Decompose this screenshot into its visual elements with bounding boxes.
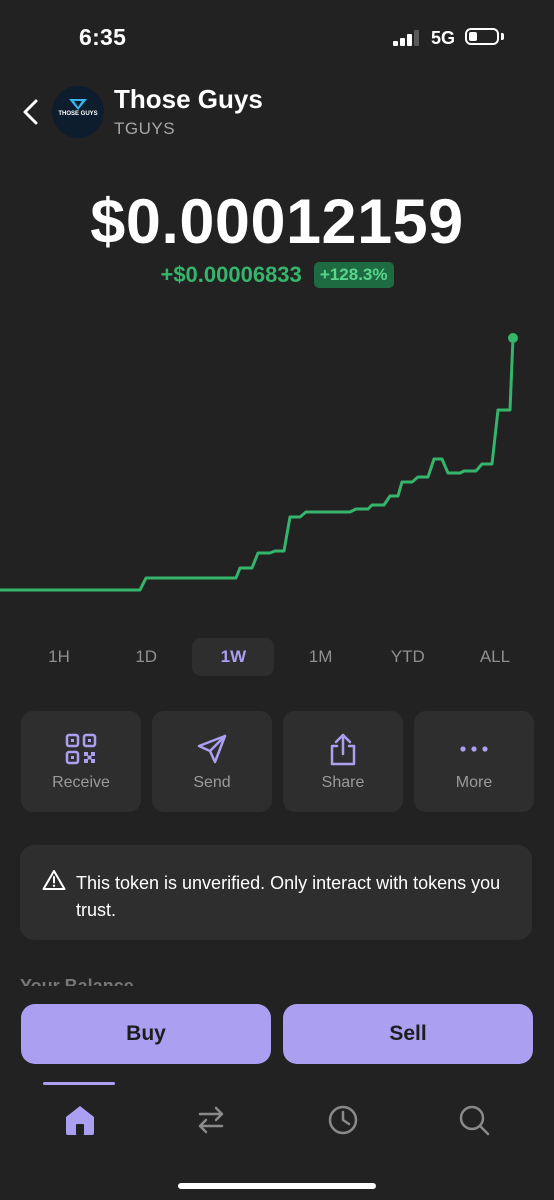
- token-ticker: TGUYS: [114, 119, 176, 138]
- more-dots-icon: [460, 746, 488, 752]
- time-range-selector: 1H 1D 1W 1M YTD ALL: [18, 638, 536, 676]
- qr-code-icon: [65, 733, 97, 765]
- back-chevron-icon[interactable]: [20, 98, 42, 126]
- latest-price-dot: [508, 333, 518, 343]
- token-name: Those Guys: [114, 84, 263, 114]
- home-icon[interactable]: [60, 1100, 100, 1140]
- swap-icon[interactable]: [191, 1100, 231, 1140]
- range-1w[interactable]: 1W: [192, 638, 275, 676]
- token-logo: THOSE GUYS: [52, 86, 104, 138]
- range-1h[interactable]: 1H: [18, 638, 100, 676]
- send-icon: [197, 734, 227, 764]
- send-label: Send: [193, 774, 231, 791]
- range-1d[interactable]: 1D: [105, 638, 187, 676]
- more-label: More: [455, 774, 493, 791]
- active-tab-indicator: [43, 1082, 115, 1085]
- cellular-signal-icon: [393, 30, 419, 46]
- unverified-token-warning: This token is unverified. Only interact …: [20, 845, 532, 940]
- share-icon: [330, 733, 356, 766]
- more-button[interactable]: More: [414, 711, 534, 812]
- range-all[interactable]: ALL: [454, 638, 536, 676]
- receive-label: Receive: [52, 774, 110, 791]
- home-indicator: [178, 1183, 376, 1189]
- battery-icon: [465, 28, 499, 45]
- receive-button[interactable]: Receive: [21, 711, 141, 812]
- price-change-row: +$0.00006833 +128.3%: [0, 262, 554, 288]
- share-button[interactable]: Share: [283, 711, 403, 812]
- range-1m[interactable]: 1M: [280, 638, 362, 676]
- search-icon[interactable]: [454, 1100, 494, 1140]
- battery-nub: [501, 33, 504, 40]
- current-price: $0.00012159: [90, 187, 464, 257]
- history-icon[interactable]: [323, 1100, 363, 1140]
- price-line: [0, 337, 515, 592]
- range-ytd[interactable]: YTD: [367, 638, 449, 676]
- buy-button[interactable]: Buy: [21, 1004, 271, 1064]
- price-chart[interactable]: [0, 320, 554, 620]
- network-type: 5G: [431, 28, 456, 48]
- send-button[interactable]: Send: [152, 711, 272, 812]
- balance-heading: Your Balance: [20, 976, 134, 986]
- share-label: Share: [321, 774, 365, 791]
- warning-text: This token is unverified. Only interact …: [76, 873, 501, 920]
- sell-button[interactable]: Sell: [283, 1004, 533, 1064]
- price-change: +$0.00006833: [160, 262, 302, 287]
- status-time: 6:35: [79, 24, 127, 50]
- token-logo-text: THOSE GUYS: [58, 111, 98, 117]
- price-change-percent-badge: +128.3%: [313, 262, 394, 288]
- warning-triangle-icon: [42, 870, 66, 890]
